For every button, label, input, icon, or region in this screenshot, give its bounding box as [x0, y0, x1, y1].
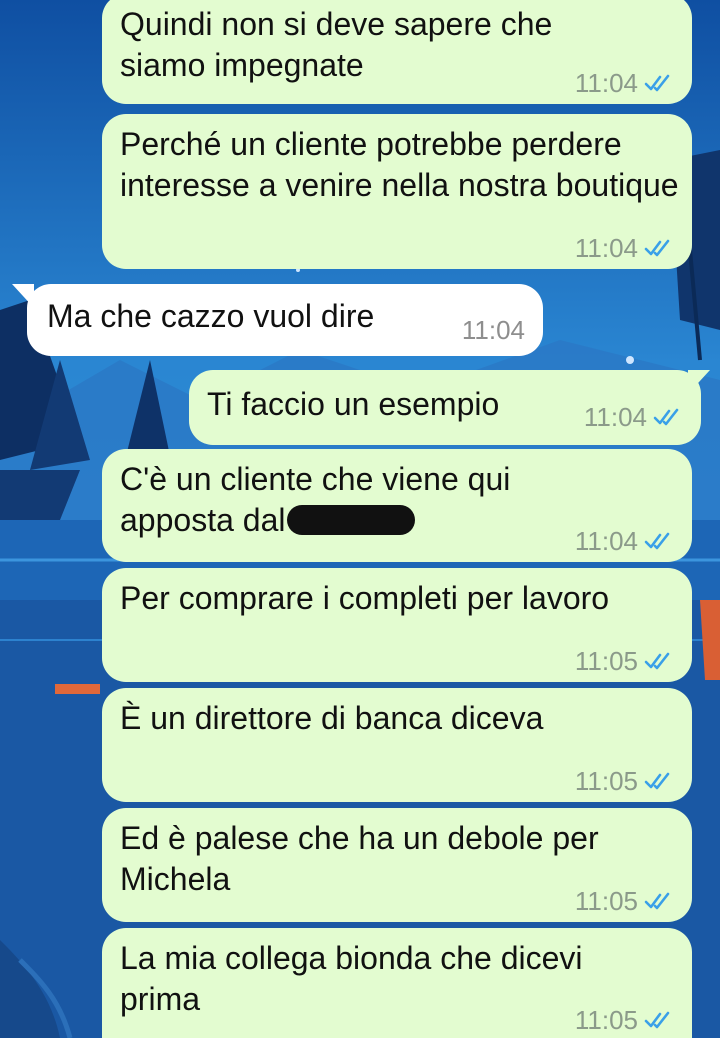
redaction-mark	[287, 504, 416, 535]
message-meta: 11:05	[575, 887, 674, 915]
message-text: Per comprare i completi per lavoro	[120, 580, 610, 616]
read-double-check-icon	[644, 239, 670, 257]
message-text-wrapper: C'è un cliente che viene qui apposta dal	[120, 459, 560, 541]
message-meta: 11:05	[575, 1006, 674, 1034]
message-time: 11:04	[574, 526, 638, 556]
message-text: È un direttore di banca diceva	[120, 700, 544, 736]
message-bubble-incoming[interactable]: Ma che cazzo vuol dire 11:04	[27, 284, 543, 356]
message-meta: 11:04	[462, 316, 525, 344]
message-text: Ma che cazzo vuol dire	[47, 298, 375, 334]
message-time: 11:04	[583, 402, 647, 432]
read-double-check-icon	[644, 652, 670, 670]
message-time: 11:05	[574, 766, 638, 796]
message-time: 11:05	[574, 1005, 638, 1035]
message-meta: 11:05	[575, 647, 674, 675]
message-bubble-outgoing[interactable]: Quindi non si deve sapere che siamo impe…	[102, 0, 692, 104]
message-text: Perché un cliente potrebbe perdere inter…	[120, 126, 679, 203]
message-time: 11:04	[461, 315, 525, 345]
message-meta: 11:04	[575, 527, 674, 555]
message-bubble-outgoing[interactable]: È un direttore di banca diceva 11:05	[102, 688, 692, 802]
message-meta: 11:04	[584, 403, 683, 431]
message-text: Quindi non si deve sapere che siamo impe…	[120, 6, 553, 83]
message-bubble-outgoing[interactable]: C'è un cliente che viene qui apposta dal…	[102, 449, 692, 562]
message-bubble-outgoing[interactable]: Per comprare i completi per lavoro 11:05	[102, 568, 692, 682]
read-double-check-icon	[653, 408, 679, 426]
message-bubble-outgoing[interactable]: Ti faccio un esempio 11:04	[189, 370, 701, 445]
read-double-check-icon	[644, 74, 670, 92]
message-time: 11:05	[574, 886, 638, 916]
message-time: 11:05	[574, 646, 638, 676]
message-time: 11:04	[574, 68, 638, 98]
message-meta: 11:04	[575, 69, 674, 97]
message-time: 11:04	[574, 233, 638, 263]
read-double-check-icon	[644, 772, 670, 790]
read-double-check-icon	[644, 1011, 670, 1029]
read-double-check-icon	[644, 532, 670, 550]
message-bubble-outgoing[interactable]: Ed è palese che ha un debole per Michela…	[102, 808, 692, 922]
message-meta: 11:04	[575, 234, 674, 262]
message-bubble-outgoing[interactable]: Perché un cliente potrebbe perdere inter…	[102, 114, 692, 269]
message-bubble-outgoing[interactable]: La mia collega bionda che dicevi prima 1…	[102, 928, 692, 1038]
read-double-check-icon	[644, 892, 670, 910]
message-meta: 11:05	[575, 767, 674, 795]
